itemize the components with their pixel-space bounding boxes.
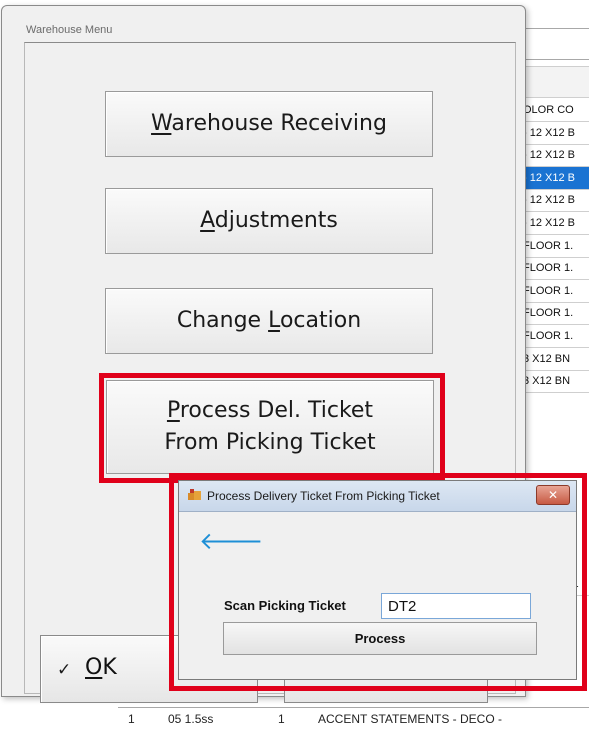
button-label: Change [176, 308, 269, 333]
background-grid-row[interactable]: FLOOR 1. [520, 325, 589, 348]
highlight-box [169, 473, 587, 691]
warehouse-receiving-button[interactable]: Warehouse Receiving [105, 91, 433, 157]
grid-cell-text: FLOOR 1. [523, 240, 574, 252]
grid-cell-text: - 12 X12 B [523, 172, 575, 184]
background-grid-row[interactable]: 3 X12 BN [520, 370, 589, 393]
warehouse-menu-title: Warehouse Menu [26, 24, 113, 36]
background-grid-row[interactable]: FLOOR 1. [520, 302, 589, 325]
background-grid-row[interactable]: 3 X12 BN [520, 348, 589, 371]
background-grid-row[interactable]: - 12 X12 B [520, 144, 589, 167]
background-grid-row[interactable]: FLOOR 1. [520, 280, 589, 303]
grid-cell-text: - 12 X12 B [523, 217, 575, 229]
grid-cell-text: - 12 X12 B [523, 127, 575, 139]
ok-label: K [102, 655, 117, 680]
background-toolbar-strip [520, 28, 589, 60]
accelerator-key: A [200, 208, 215, 233]
grid-cell-text: FLOOR 1. [523, 307, 574, 319]
grid-cell-text: - 12 X12 B [523, 149, 575, 161]
grid-cell-text: FLOOR 1. [523, 285, 574, 297]
background-grid-bottom-row: 1 05 1.5ss 1 ACCENT STATEMENTS - DECO - [118, 707, 589, 731]
highlight-box [99, 373, 445, 483]
button-label: arehouse Receiving [171, 111, 387, 136]
grid-cell-text: 3 X12 BN [523, 353, 571, 365]
warehouse-menu-titlebar[interactable]: Warehouse Menu [2, 6, 525, 40]
change-location-button[interactable]: Change Location [105, 288, 433, 354]
grid-cell-text: 3 X12 BN [523, 375, 571, 387]
background-grid-row[interactable]: - 12 X12 B [520, 189, 589, 212]
grid-cell-text: - 12 X12 B [523, 194, 575, 206]
background-grid-row[interactable]: FLOOR 1. [520, 235, 589, 258]
accelerator-key: L [268, 308, 280, 333]
background-grid-row[interactable]: - 12 X12 B [520, 122, 589, 145]
background-grid-row[interactable]: FLOOR 1. [520, 257, 589, 280]
bottom-row-cell: ACCENT STATEMENTS - DECO - [318, 712, 503, 726]
background-grid-row[interactable]: OLOR CO [520, 99, 589, 122]
grid-cell-text: OLOR CO [523, 104, 574, 116]
grid-cell-text: FLOOR 1. [523, 262, 574, 274]
adjustments-button[interactable]: Adjustments [105, 188, 433, 254]
button-label: ocation [279, 308, 362, 333]
bottom-row-cell: 05 1.5ss [168, 712, 214, 726]
accelerator-key: W [151, 111, 172, 136]
accelerator-key: O [85, 655, 103, 680]
background-grid-row[interactable]: - 12 X12 B [520, 167, 589, 190]
bottom-row-cell: 1 [278, 712, 285, 726]
button-label: djustments [214, 208, 338, 233]
grid-cell-text: FLOOR 1. [523, 330, 574, 342]
bottom-row-cell: 1 [128, 712, 135, 726]
background-grid-header [520, 66, 589, 98]
background-grid-row[interactable]: - 12 X12 B [520, 212, 589, 235]
check-icon: ✓ [57, 660, 72, 680]
